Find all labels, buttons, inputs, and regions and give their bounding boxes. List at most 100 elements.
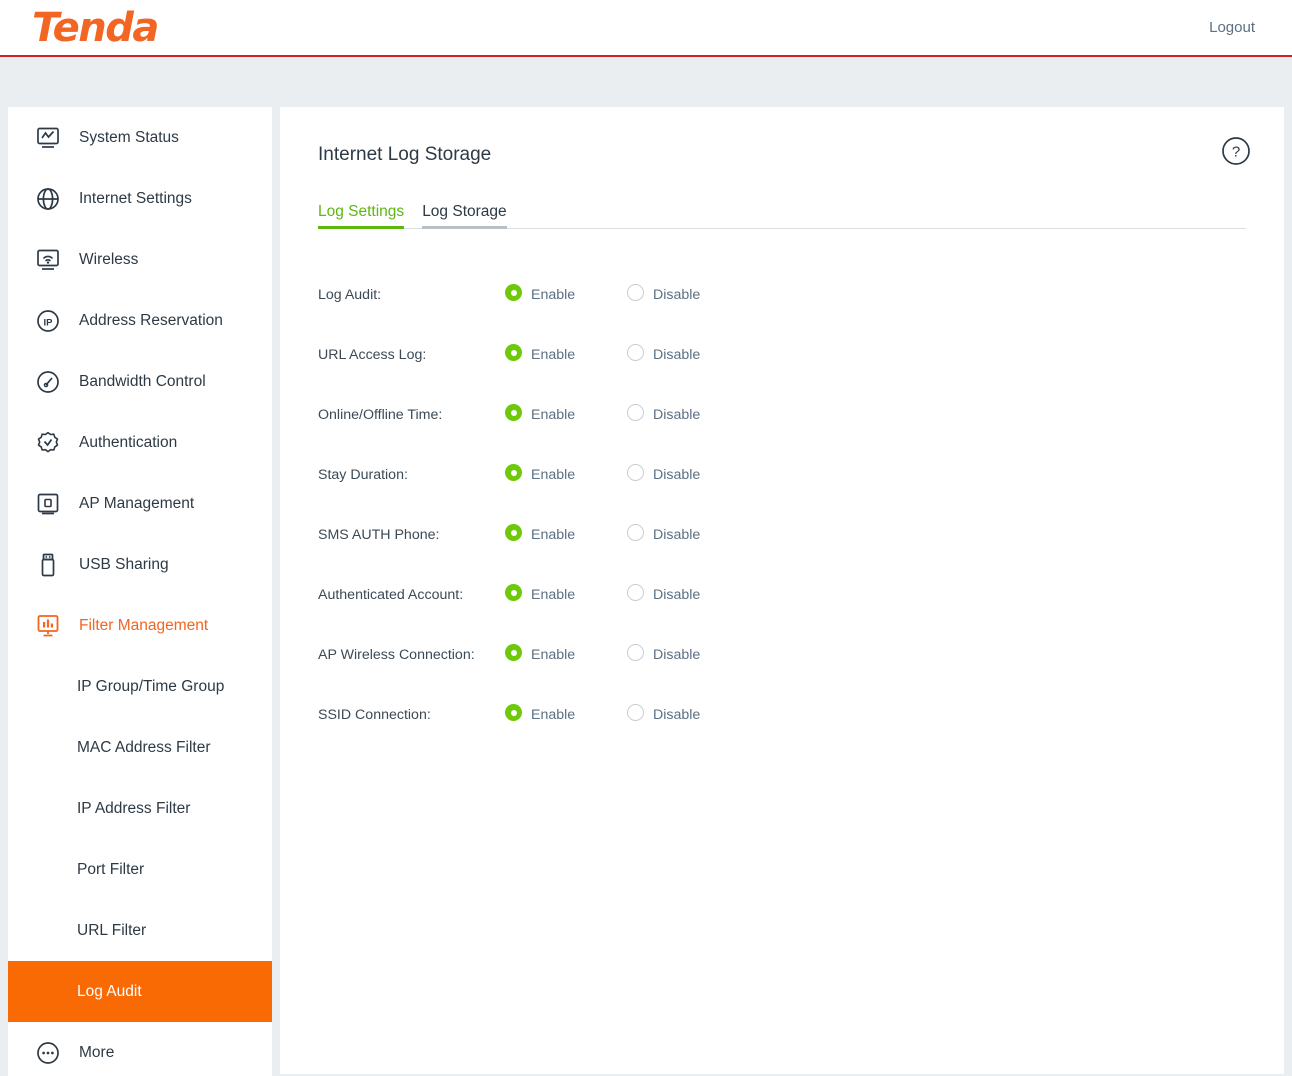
radio-mark-selected-icon xyxy=(505,644,522,661)
radio-stay-duration-enable[interactable]: Enable xyxy=(505,464,627,486)
radio-label: Disable xyxy=(653,707,701,723)
row-label-sms-auth-phone: SMS AUTH Phone: xyxy=(318,527,440,543)
radio-mark-selected-icon xyxy=(505,524,522,541)
usb-drive-icon xyxy=(34,551,62,579)
radio-mark-unselected-icon xyxy=(627,284,644,301)
row-label-stay-duration: Stay Duration: xyxy=(318,467,408,483)
row-label-authenticated-account: Authenticated Account: xyxy=(318,587,464,603)
form-row-online-offline-time: Online/Offline Time: Enable Disable xyxy=(318,385,1246,445)
sidebar-item-label: MAC Address Filter xyxy=(77,738,211,756)
radio-mark-unselected-icon xyxy=(627,404,644,421)
svg-text:?: ? xyxy=(1232,144,1240,161)
logout-button[interactable]: Logout xyxy=(1209,19,1255,36)
sidebar-item-label: More xyxy=(79,1043,115,1061)
row-label-online-offline-time: Online/Offline Time: xyxy=(318,407,443,423)
ip-circle-icon: IP xyxy=(34,307,62,335)
sidebar-item-label: Wireless xyxy=(79,250,139,268)
content-panel: ? Internet Log Storage Log Settings Log S… xyxy=(280,107,1284,1074)
radio-mark-selected-icon xyxy=(505,704,522,721)
radio-mark-selected-icon xyxy=(505,584,522,601)
tab-log-storage[interactable]: Log Storage xyxy=(422,203,508,229)
sidebar-item-label: Port Filter xyxy=(77,860,145,878)
sidebar-item-internet-settings[interactable]: Internet Settings xyxy=(8,168,272,229)
sidebar-item-label: URL Filter xyxy=(77,921,147,939)
sidebar-nav: System Status Internet Settings Wireless IP… xyxy=(8,107,272,1076)
sidebar-item-ap-management[interactable]: AP Management xyxy=(8,473,272,534)
radio-label: Enable xyxy=(531,527,576,543)
radio-ssid-connection-enable[interactable]: Enable xyxy=(505,704,627,726)
sidebar-item-system-status[interactable]: System Status xyxy=(8,107,272,168)
gauge-icon xyxy=(34,368,62,396)
sidebar-item-label: USB Sharing xyxy=(79,555,169,573)
app-header: Tenda Logout xyxy=(0,0,1292,57)
radio-mark-unselected-icon xyxy=(627,584,644,601)
sidebar-item-log-audit[interactable]: Log Audit xyxy=(8,961,272,1022)
form-row-ssid-connection: SSID Connection: Enable Disable xyxy=(318,685,1246,745)
help-question-icon[interactable]: ? xyxy=(1221,136,1251,166)
form-row-log-audit: Log Audit: Enable Disable xyxy=(318,265,1246,325)
radio-log-audit-enable[interactable]: Enable xyxy=(505,284,627,306)
radio-sms-auth-phone-disable[interactable]: Disable xyxy=(627,524,700,546)
radio-label: Enable xyxy=(531,407,576,423)
ap-device-icon xyxy=(34,490,62,518)
radio-label: Disable xyxy=(653,347,701,363)
sidebar-item-label: Authentication xyxy=(79,433,178,451)
sidebar-item-port-filter[interactable]: Port Filter xyxy=(8,839,272,900)
sidebar-item-label: AP Management xyxy=(79,494,195,512)
page-title: Internet Log Storage xyxy=(318,144,492,165)
row-label-url-access-log: URL Access Log: xyxy=(318,347,427,363)
tab-log-settings[interactable]: Log Settings xyxy=(318,203,405,229)
sidebar-item-ip-group-time-group[interactable]: IP Group/Time Group xyxy=(8,656,272,717)
sidebar-item-wireless[interactable]: Wireless xyxy=(8,229,272,290)
sidebar-item-authentication[interactable]: Authentication xyxy=(8,412,272,473)
sidebar-item-url-filter[interactable]: URL Filter xyxy=(8,900,272,961)
radio-url-access-log-disable[interactable]: Disable xyxy=(627,344,700,366)
radio-mark-selected-icon xyxy=(505,344,522,361)
radio-label: Enable xyxy=(531,707,576,723)
radio-label: Disable xyxy=(653,407,701,423)
sidebar-item-address-reservation[interactable]: IP Address Reservation xyxy=(8,290,272,351)
sidebar-item-label: Log Audit xyxy=(77,982,142,1000)
radio-label: Disable xyxy=(653,587,701,603)
radio-online-offline-time-disable[interactable]: Disable xyxy=(627,404,700,426)
more-dots-icon xyxy=(34,1039,62,1067)
radio-ssid-connection-disable[interactable]: Disable xyxy=(627,704,700,726)
sidebar-item-filter-management[interactable]: Filter Management xyxy=(8,595,272,656)
page-body: System Status Internet Settings Wireless IP… xyxy=(0,57,1292,1076)
sidebar-item-label: Address Reservation xyxy=(79,311,223,329)
log-settings-form: Log Audit: Enable Disable URL Access Log: En… xyxy=(318,265,1246,745)
sidebar-item-bandwidth-control[interactable]: Bandwidth Control xyxy=(8,351,272,412)
radio-stay-duration-disable[interactable]: Disable xyxy=(627,464,700,486)
badge-check-icon xyxy=(34,429,62,457)
sidebar-item-label: IP Group/Time Group xyxy=(77,677,225,695)
form-row-authenticated-account: Authenticated Account: Enable Disable xyxy=(318,565,1246,625)
radio-ap-wireless-connection-disable[interactable]: Disable xyxy=(627,644,700,666)
svg-text:IP: IP xyxy=(44,317,54,328)
radio-ap-wireless-connection-enable[interactable]: Enable xyxy=(505,644,627,666)
tenda-logo: Tenda xyxy=(32,4,159,51)
sidebar-item-label: Filter Management xyxy=(79,616,209,634)
sidebar-item-more[interactable]: More xyxy=(8,1022,272,1076)
radio-authenticated-account-disable[interactable]: Disable xyxy=(627,584,700,606)
radio-label: Enable xyxy=(531,647,576,663)
radio-online-offline-time-enable[interactable]: Enable xyxy=(505,404,627,426)
radio-label: Disable xyxy=(653,527,701,543)
radio-authenticated-account-enable[interactable]: Enable xyxy=(505,584,627,606)
sidebar-item-usb-sharing[interactable]: USB Sharing xyxy=(8,534,272,595)
radio-url-access-log-enable[interactable]: Enable xyxy=(505,344,627,366)
radio-mark-unselected-icon xyxy=(627,524,644,541)
radio-mark-selected-icon xyxy=(505,464,522,481)
radio-label: Disable xyxy=(653,647,701,663)
sidebar-item-label: IP Address Filter xyxy=(77,799,191,817)
radio-mark-selected-icon xyxy=(505,404,522,421)
sidebar-item-label: Bandwidth Control xyxy=(79,372,206,390)
radio-label: Disable xyxy=(653,287,701,303)
sidebar-item-mac-address-filter[interactable]: MAC Address Filter xyxy=(8,717,272,778)
wireless-monitor-icon xyxy=(34,246,62,274)
radio-mark-unselected-icon xyxy=(627,644,644,661)
sidebar-item-ip-address-filter[interactable]: IP Address Filter xyxy=(8,778,272,839)
radio-label: Enable xyxy=(531,287,576,303)
monitor-chart-icon xyxy=(34,124,62,152)
radio-log-audit-disable[interactable]: Disable xyxy=(627,284,700,306)
radio-sms-auth-phone-enable[interactable]: Enable xyxy=(505,524,627,546)
